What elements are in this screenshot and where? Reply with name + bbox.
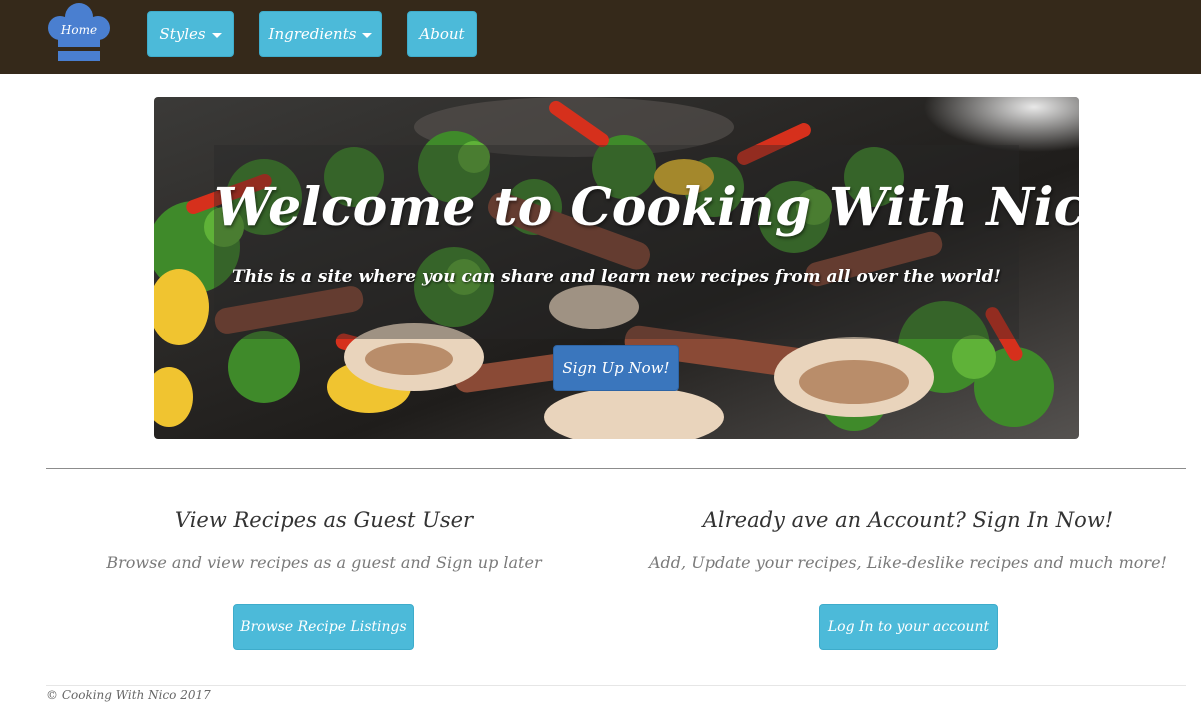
guest-section-title: View Recipes as Guest User xyxy=(174,508,474,532)
nav-styles-dropdown[interactable]: Styles xyxy=(147,11,234,57)
footer-divider xyxy=(46,685,1186,686)
top-navbar: Home Styles Ingredients About xyxy=(0,0,1201,74)
account-section-title: Already ave an Account? Sign In Now! xyxy=(702,508,1114,532)
home-logo-link[interactable]: Home xyxy=(46,2,112,64)
caret-down-icon xyxy=(362,32,373,38)
guest-section-description: Browse and view recipes as a guest and S… xyxy=(106,553,542,572)
hero-jumbotron: Welcome to Cooking With Nico! This is a … xyxy=(154,97,1079,439)
section-divider xyxy=(46,468,1186,469)
nav-styles-label: Styles xyxy=(159,25,206,43)
nav-about-button[interactable]: About xyxy=(407,11,477,57)
account-section-description: Add, Update your recipes, Like-deslike r… xyxy=(649,553,1167,572)
hero-title: Welcome to Cooking With Nico! xyxy=(214,177,1079,238)
caret-down-icon xyxy=(211,32,222,38)
browse-recipes-button[interactable]: Browse Recipe Listings xyxy=(233,604,414,650)
nav-ingredients-dropdown[interactable]: Ingredients xyxy=(259,11,382,57)
home-label: Home xyxy=(60,23,98,37)
nav-ingredients-label: Ingredients xyxy=(268,25,357,43)
hero-overlay-panel xyxy=(214,145,1019,339)
footer-copyright: © Cooking With Nico 2017 xyxy=(46,688,211,702)
nav-about-label: About xyxy=(419,25,465,43)
hero-subtitle: This is a site where you can share and l… xyxy=(232,267,1001,287)
log-in-button[interactable]: Log In to your account xyxy=(819,604,998,650)
sign-up-button[interactable]: Sign Up Now! xyxy=(553,345,679,391)
